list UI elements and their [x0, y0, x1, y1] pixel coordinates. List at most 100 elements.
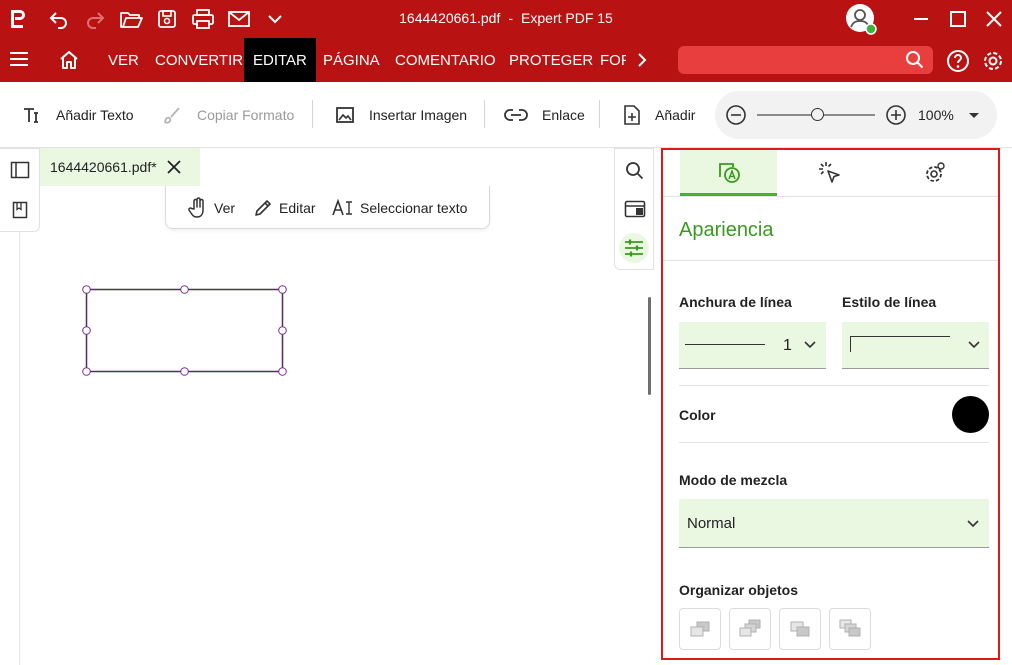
chevron-down-icon — [804, 341, 816, 349]
edit-toolbar: Añadir Texto Copiar Formato Insertar Ima… — [0, 82, 1012, 148]
add-button[interactable]: Añadir — [623, 102, 695, 128]
line-style-select[interactable] — [842, 322, 989, 369]
document-tab[interactable]: 1644420661.pdf* — [40, 148, 200, 186]
line-width-select[interactable]: 1 — [679, 322, 826, 369]
tab-overflow[interactable]: FOF — [600, 38, 626, 82]
tab-comentario[interactable]: COMENTARIO — [395, 38, 496, 82]
document-tab-label: 1644420661.pdf* — [50, 159, 157, 175]
line-style-preview — [850, 336, 950, 352]
bring-to-front-icon — [690, 621, 710, 637]
link-button[interactable]: Enlace — [504, 102, 585, 128]
zoom-level[interactable]: 100% — [918, 107, 954, 123]
search-icon — [905, 50, 925, 70]
panel-toggle-icon[interactable] — [10, 161, 30, 179]
color-swatch[interactable] — [952, 396, 989, 433]
select-text-label: Seleccionar texto — [360, 200, 468, 216]
hamburger-menu-icon[interactable] — [8, 50, 30, 70]
link-label: Enlace — [542, 107, 585, 123]
zoom-out-icon[interactable] — [725, 104, 747, 126]
selected-rectangle-shape[interactable] — [80, 283, 292, 379]
bring-to-front-button[interactable] — [679, 608, 721, 650]
line-style-label: Estilo de línea — [842, 294, 937, 310]
edit-mode-button[interactable]: Editar — [253, 196, 316, 220]
properties-sliders-icon[interactable] — [619, 233, 649, 263]
properties-panel: Apariencia Anchura de línea Estilo de lí… — [661, 148, 1000, 660]
find-icon[interactable] — [625, 161, 645, 181]
panel-divider — [679, 442, 989, 443]
gears-icon — [925, 162, 945, 182]
bookmark-icon[interactable] — [12, 201, 28, 219]
pencil-icon — [253, 198, 273, 218]
help-icon[interactable] — [946, 49, 970, 73]
appearance-icon — [718, 162, 740, 183]
search-input[interactable] — [678, 46, 933, 74]
blend-mode-label: Modo de mezcla — [679, 472, 788, 488]
tab-actions[interactable] — [781, 150, 878, 196]
send-backward-icon — [790, 621, 810, 637]
select-text-icon — [332, 198, 354, 218]
zoom-slider-handle[interactable] — [811, 108, 824, 121]
line-width-value: 1 — [783, 337, 792, 354]
line-width-label: Anchura de línea — [679, 294, 792, 310]
insert-image-button[interactable]: Insertar Imagen — [335, 102, 467, 128]
select-text-button[interactable]: Seleccionar texto — [332, 196, 467, 220]
send-backward-button[interactable] — [779, 608, 821, 650]
toolbar-divider — [599, 100, 600, 128]
view-mode-label: Ver — [214, 200, 236, 216]
tab-ver[interactable]: VER — [108, 38, 139, 82]
toolbar-divider — [484, 100, 485, 128]
add-text-button[interactable]: Añadir Texto — [22, 102, 134, 128]
blend-mode-value: Normal — [687, 515, 736, 532]
minimize-icon[interactable] — [908, 6, 934, 32]
ribbon-tabs: VER CONVERTIR EDITAR PÁGINA COMENTARIO P… — [0, 38, 1012, 82]
zoom-in-icon[interactable] — [885, 104, 907, 126]
edit-mode-label: Editar — [279, 200, 316, 216]
copy-format-label: Copiar Formato — [197, 107, 295, 123]
bring-forward-icon — [739, 619, 761, 637]
hand-icon — [188, 197, 208, 219]
mode-toolbar: Ver Editar Seleccionar texto — [165, 186, 490, 229]
close-tab-icon[interactable] — [167, 160, 181, 174]
add-text-label: Añadir Texto — [56, 107, 134, 123]
blend-mode-select[interactable]: Normal — [679, 499, 989, 548]
zoom-dropdown-icon[interactable] — [968, 112, 980, 120]
panel-divider — [679, 385, 989, 386]
user-avatar-icon[interactable] — [844, 2, 878, 36]
color-label: Color — [679, 407, 716, 423]
panel-divider — [663, 196, 998, 197]
view-mode-button[interactable]: Ver — [188, 196, 235, 220]
close-window-icon[interactable] — [981, 6, 1007, 32]
send-to-back-button[interactable] — [829, 608, 871, 650]
link-icon — [504, 108, 528, 122]
zoom-control: 100% — [715, 91, 997, 139]
tab-appearance[interactable] — [680, 150, 777, 196]
bring-forward-button[interactable] — [729, 608, 771, 650]
click-cursor-icon — [818, 162, 840, 183]
tab-proteger[interactable]: PROTEGER — [509, 38, 593, 82]
tab-pagina[interactable]: PÁGINA — [323, 38, 380, 82]
tab-convertir[interactable]: CONVERTIR — [155, 38, 243, 82]
send-to-back-icon — [839, 619, 861, 637]
add-label: Añadir — [655, 107, 696, 123]
line-width-preview — [685, 344, 765, 345]
insert-image-label: Insertar Imagen — [369, 107, 468, 123]
toolbar-divider — [312, 100, 313, 128]
vertical-scrollbar[interactable] — [648, 297, 651, 395]
tab-settings[interactable] — [885, 150, 982, 196]
copy-format-button[interactable]: Copiar Formato — [163, 102, 294, 128]
chevron-down-icon — [967, 520, 979, 528]
image-icon — [335, 105, 355, 125]
document-page-edge — [19, 232, 20, 665]
brush-icon — [163, 105, 183, 125]
maximize-icon[interactable] — [945, 6, 971, 32]
right-mini-sidebar — [614, 148, 654, 270]
chevron-right-icon[interactable] — [636, 52, 648, 70]
tab-editar[interactable]: EDITAR — [244, 38, 316, 82]
left-sidebar — [0, 148, 40, 232]
arrange-label: Organizar objetos — [679, 582, 799, 598]
settings-gear-icon[interactable] — [981, 49, 1005, 73]
title-bar: 1644420661.pdf - Expert PDF 15 — [0, 0, 1012, 38]
home-icon[interactable] — [58, 50, 80, 70]
page-view-icon[interactable] — [624, 200, 646, 218]
panel-divider — [663, 260, 998, 261]
